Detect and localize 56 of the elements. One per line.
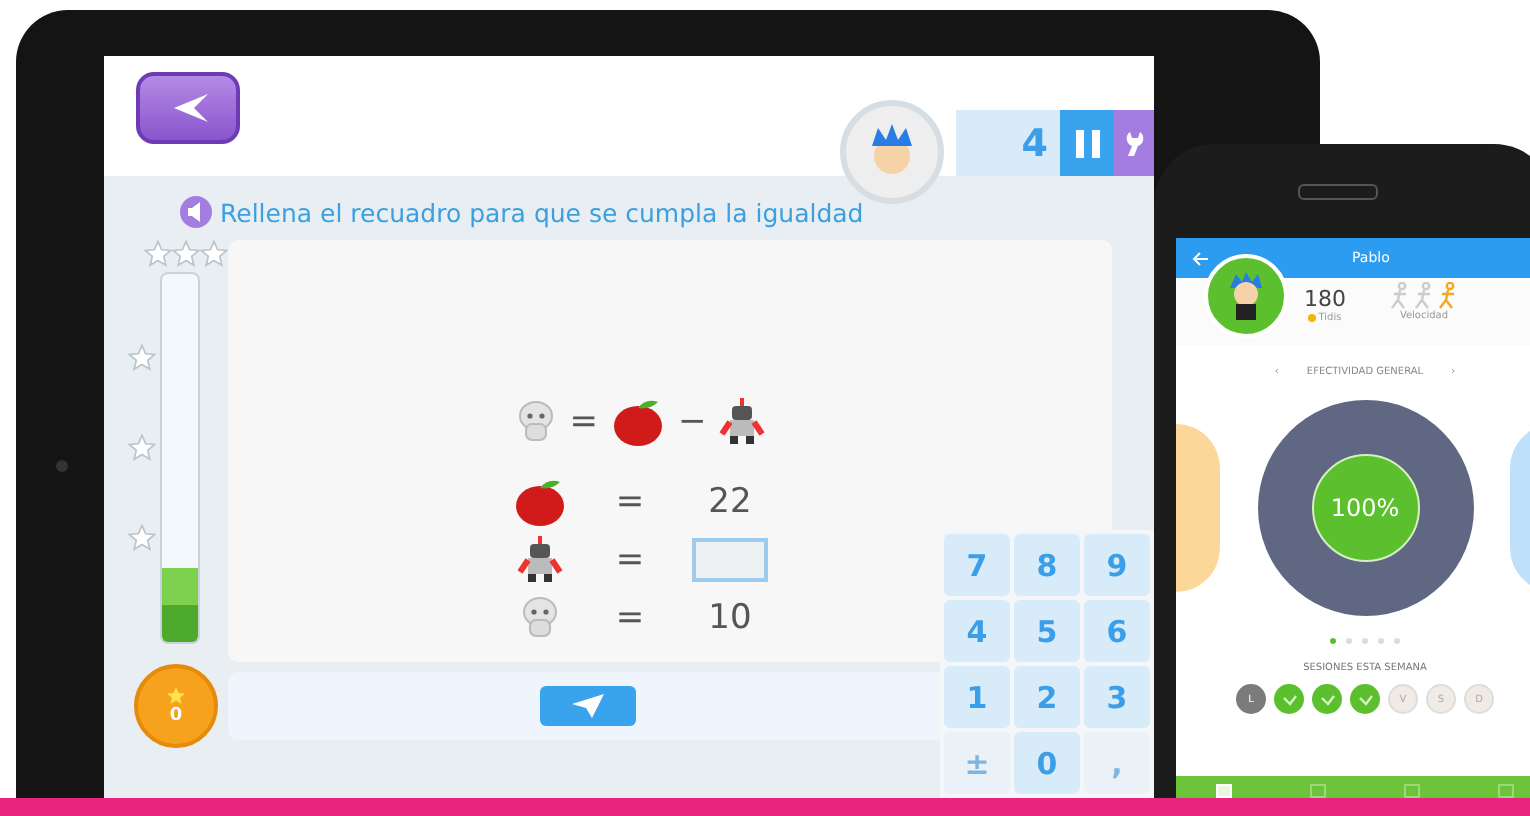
- points-value: 180: [1304, 286, 1346, 312]
- pause-icon: [1073, 127, 1101, 159]
- page-dot[interactable]: [1346, 638, 1352, 644]
- back-arrow-icon[interactable]: [1192, 251, 1208, 265]
- value-text: 22: [708, 481, 752, 521]
- wrench-icon: [1122, 129, 1146, 157]
- star-count: 0: [169, 706, 183, 726]
- pause-button[interactable]: [1060, 110, 1114, 176]
- equals-sign: =: [615, 597, 645, 637]
- minus-sign: −: [678, 402, 707, 442]
- settings-button[interactable]: [1114, 110, 1154, 176]
- ghost-icon: [518, 593, 562, 641]
- keypad-key[interactable]: 9: [1084, 534, 1150, 596]
- answer-box[interactable]: [692, 537, 768, 581]
- robot-icon: [718, 396, 767, 448]
- page-dot[interactable]: [1362, 638, 1368, 644]
- send-button[interactable]: [540, 686, 636, 726]
- coin-icon: [1308, 314, 1317, 322]
- page-dot[interactable]: [1330, 638, 1336, 644]
- back-button[interactable]: [136, 72, 240, 144]
- star-icon: [128, 343, 156, 372]
- keypad-key[interactable]: 3: [1084, 666, 1150, 728]
- session-done-icon: [1350, 684, 1380, 714]
- instruction-text: Rellena el recuadro para que se cumpla la igualdad: [220, 197, 864, 227]
- avatar-icon: [840, 100, 944, 204]
- keypad-key[interactable]: 2: [1014, 666, 1080, 728]
- ghost-icon: [513, 398, 558, 446]
- apple-icon: [610, 396, 666, 448]
- page-dot[interactable]: [1394, 638, 1400, 644]
- keypad-key[interactable]: 5: [1014, 600, 1080, 662]
- equals-sign: =: [615, 539, 645, 579]
- star-icon: [128, 524, 156, 553]
- keypad-key[interactable]: 0: [1014, 732, 1080, 794]
- value-text: 10: [708, 597, 752, 637]
- effectiveness-value: 100%: [1311, 454, 1419, 562]
- star-icon: [172, 240, 200, 268]
- robot-icon: [516, 533, 564, 585]
- session-done-icon: [1312, 684, 1342, 714]
- star-icon: [166, 686, 186, 706]
- speaker-icon[interactable]: [180, 196, 212, 228]
- keypad-key[interactable]: 8: [1014, 534, 1080, 596]
- score-counter: 4: [956, 110, 1060, 176]
- speaker-grille: [1298, 184, 1378, 200]
- keypad-key[interactable]: 1: [944, 666, 1010, 728]
- keypad-key[interactable]: 4: [944, 600, 1010, 662]
- equals-sign: =: [569, 402, 598, 442]
- camera-icon: [56, 460, 68, 472]
- keypad-key[interactable]: 7: [944, 534, 1010, 596]
- paper-plane-icon: [570, 692, 606, 720]
- apple-icon: [512, 475, 568, 527]
- star-icon: [128, 433, 156, 462]
- equals-sign: =: [615, 481, 645, 521]
- session-done-icon: [1274, 684, 1304, 714]
- star-icon: [144, 240, 172, 268]
- page-dot[interactable]: [1378, 638, 1384, 644]
- keypad-key[interactable]: 6: [1084, 600, 1150, 662]
